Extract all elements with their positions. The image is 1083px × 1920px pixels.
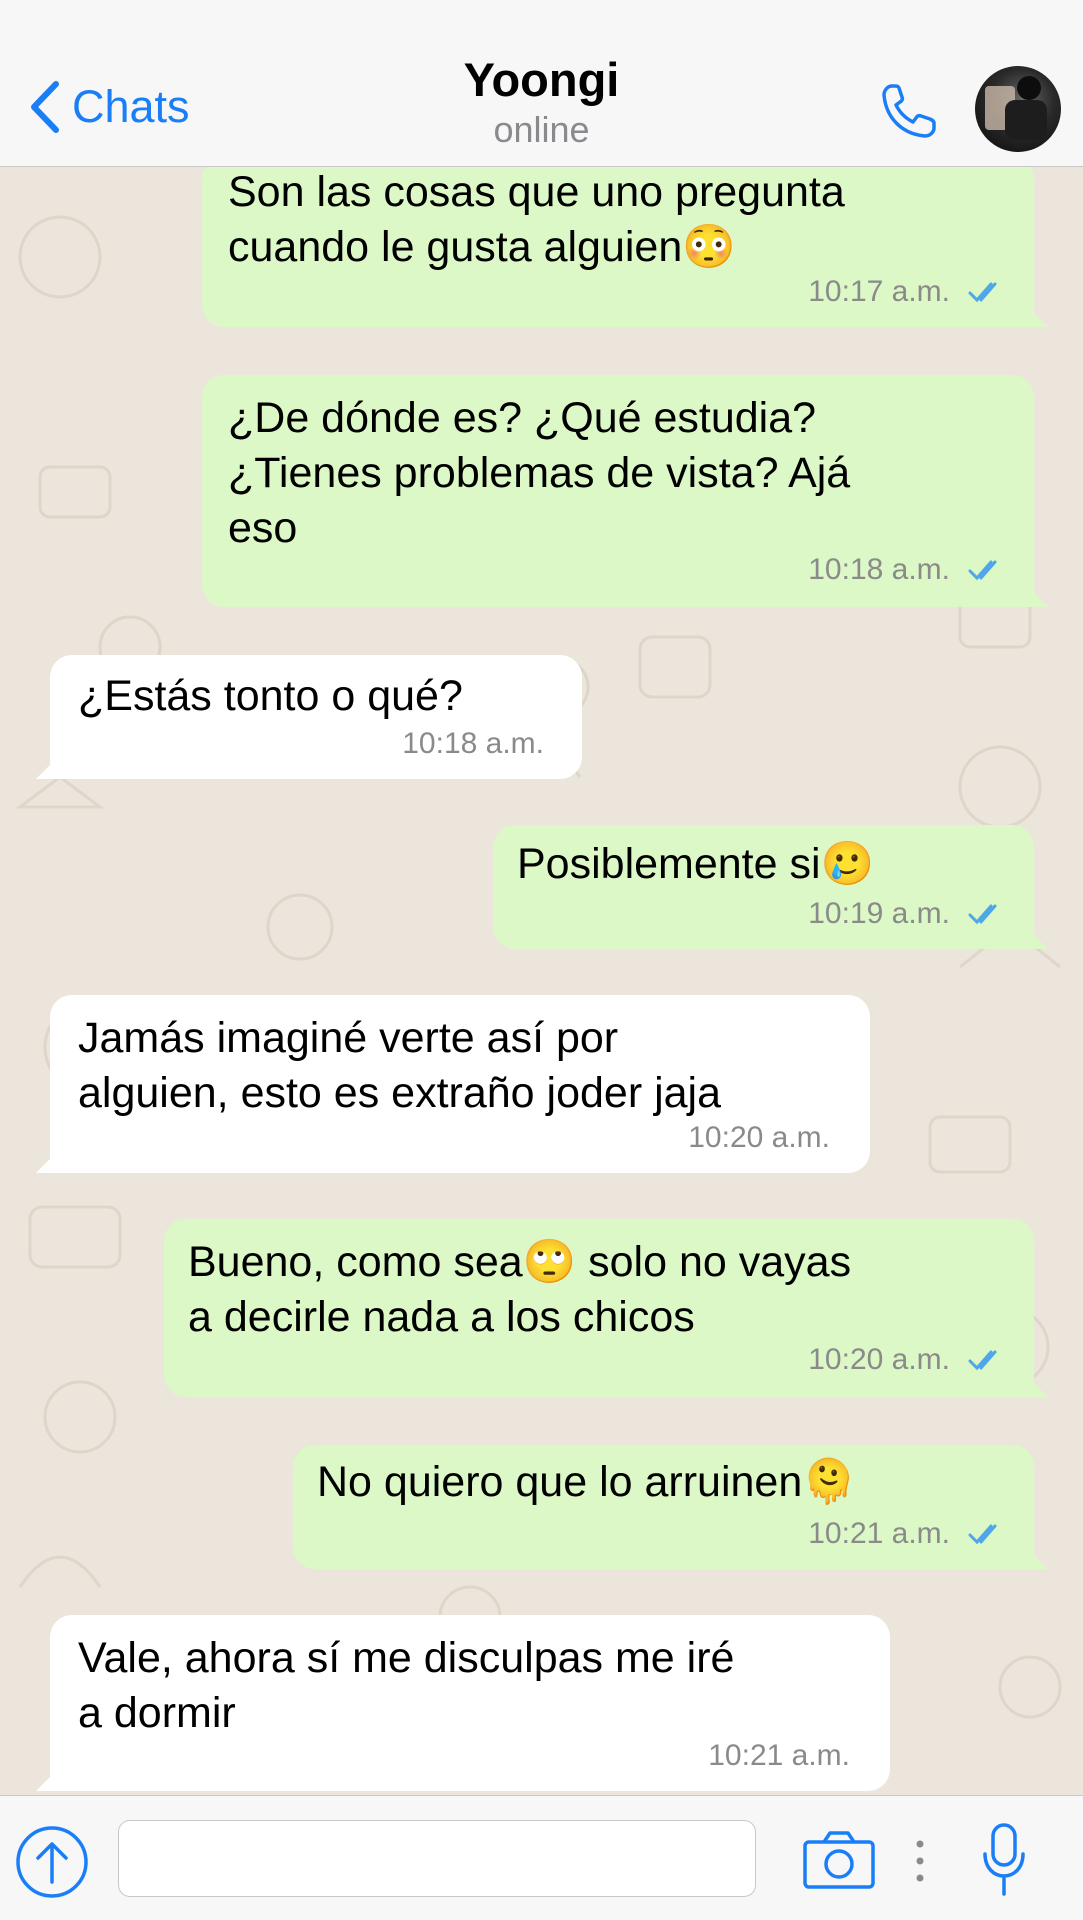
message-meta: 10:17 a.m. <box>808 264 1004 319</box>
message-bubble-incoming[interactable]: ¿Estás tonto o qué? 10:18 a.m. <box>36 655 582 779</box>
message-input[interactable] <box>118 1820 756 1897</box>
camera-icon[interactable] <box>802 1830 876 1890</box>
chat-header: Chats Yoongi online <box>0 0 1083 167</box>
message-bubble-outgoing[interactable]: No quiero que lo arruinen🫠 10:21 a.m. <box>293 1445 1048 1569</box>
message-bubble-outgoing[interactable]: ¿De dónde es? ¿Qué estudia? ¿Tienes prob… <box>202 375 1048 607</box>
message-meta: 10:21 a.m. <box>708 1728 850 1783</box>
message-list[interactable]: Son las cosas que uno pregunta cuando le… <box>0 167 1083 1795</box>
double-check-icon <box>968 1524 997 1544</box>
microphone-icon[interactable] <box>980 1822 1028 1898</box>
message-text: Vale, ahora sí me disculpas me iré a dor… <box>78 1634 735 1737</box>
message-time: 10:21 a.m. <box>708 1739 850 1772</box>
message-time: 10:20 a.m. <box>808 1343 950 1376</box>
double-check-icon <box>968 282 997 302</box>
message-time: 10:20 a.m. <box>688 1121 830 1154</box>
message-meta: 10:18 a.m. <box>402 716 544 771</box>
message-bubble-incoming[interactable]: Jamás imaginé verte así por alguien, est… <box>36 995 870 1173</box>
message-time: 10:18 a.m. <box>402 727 544 760</box>
message-bubble-outgoing[interactable]: Son las cosas que uno pregunta cuando le… <box>202 167 1048 327</box>
message-meta: 10:18 a.m. <box>808 542 1004 597</box>
avatar[interactable] <box>975 66 1061 152</box>
input-bar <box>0 1795 1083 1920</box>
phone-icon[interactable] <box>878 80 942 142</box>
message-bubble-outgoing[interactable]: Posiblemente si🥲 10:19 a.m. <box>493 825 1048 949</box>
message-bubble-incoming[interactable]: Vale, ahora sí me disculpas me iré a dor… <box>36 1615 890 1791</box>
message-meta: 10:21 a.m. <box>808 1506 1004 1561</box>
message-meta: 10:20 a.m. <box>688 1110 830 1165</box>
message-text: Son las cosas que uno pregunta cuando le… <box>228 168 845 271</box>
message-text: ¿De dónde es? ¿Qué estudia? ¿Tienes prob… <box>228 394 851 552</box>
vertical-dots-icon[interactable] <box>914 1836 926 1886</box>
double-check-icon <box>968 1350 997 1370</box>
message-bubble-outgoing[interactable]: Bueno, como sea🙄 solo no vayas a decirle… <box>164 1219 1048 1397</box>
message-meta: 10:19 a.m. <box>808 886 1004 941</box>
message-time: 10:18 a.m. <box>808 553 950 586</box>
message-time: 10:21 a.m. <box>808 1517 950 1550</box>
message-time: 10:19 a.m. <box>808 897 950 930</box>
message-text: Posiblemente si🥲 <box>517 840 875 888</box>
message-text: Jamás imaginé verte así por alguien, est… <box>78 1014 722 1117</box>
message-text: Bueno, como sea🙄 solo no vayas a decirle… <box>188 1238 852 1341</box>
message-time: 10:17 a.m. <box>808 275 950 308</box>
double-check-icon <box>968 560 997 580</box>
arrow-up-circle-icon[interactable] <box>14 1824 90 1900</box>
message-meta: 10:20 a.m. <box>808 1332 1004 1387</box>
double-check-icon <box>968 904 997 924</box>
message-text: No quiero que lo arruinen🫠 <box>317 1458 856 1506</box>
